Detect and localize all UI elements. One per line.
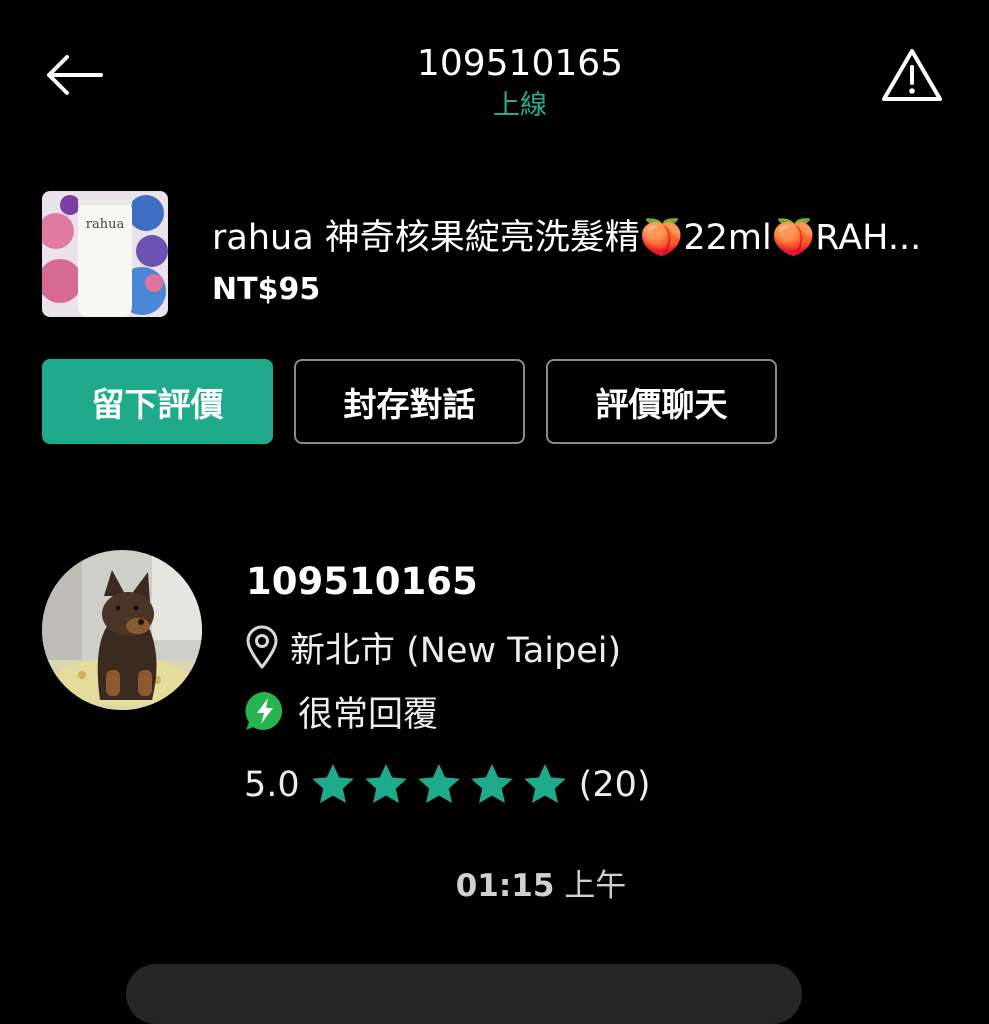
lightning-badge-icon xyxy=(245,691,283,730)
rating-row[interactable]: 5.0 (20) xyxy=(244,758,651,812)
report-button[interactable] xyxy=(870,40,954,110)
message-period: 上午 xyxy=(564,868,627,904)
map-pin-icon xyxy=(246,625,278,669)
response-rate-row: 很常回覆 xyxy=(244,684,438,738)
listing-thumbnail[interactable]: rahua xyxy=(42,191,168,317)
star-icon xyxy=(417,764,460,803)
message-time: 01:15 xyxy=(455,868,555,904)
location-text: 新北市 (New Taipei) xyxy=(290,630,622,671)
star-icon xyxy=(364,764,407,803)
chat-partner-name: 109510165 xyxy=(416,43,624,84)
rating-stars xyxy=(308,761,573,809)
location-row: 新北市 (New Taipei) xyxy=(244,620,621,674)
arrow-left-icon xyxy=(47,55,103,95)
message-bubble[interactable] xyxy=(126,964,802,1024)
listing-title[interactable]: rahua 神奇核果綻亮洗髮精🍑22ml🍑RAH... xyxy=(212,212,989,264)
response-rate-text: 很常回覆 xyxy=(298,694,439,735)
rate-chat-button[interactable]: 評價聊天 xyxy=(546,359,777,444)
archive-chat-button[interactable]: 封存對話 xyxy=(294,359,525,444)
leave-review-button[interactable]: 留下評價 xyxy=(42,359,273,444)
rating-count: (20) xyxy=(578,765,651,805)
rating-score: 5.0 xyxy=(244,765,300,805)
star-icon xyxy=(470,764,513,803)
star-icon xyxy=(311,764,354,803)
star-icon xyxy=(523,764,566,803)
profile-name[interactable]: 109510165 xyxy=(246,558,478,606)
listing-price: NT$95 xyxy=(212,272,321,307)
warning-triangle-icon xyxy=(882,49,942,101)
online-status: 上線 xyxy=(493,90,547,121)
message-timestamp: 01:15 上午 xyxy=(0,864,989,908)
avatar[interactable] xyxy=(42,550,202,710)
back-button[interactable] xyxy=(36,40,112,110)
thumbnail-brand-text: rahua xyxy=(85,217,125,232)
